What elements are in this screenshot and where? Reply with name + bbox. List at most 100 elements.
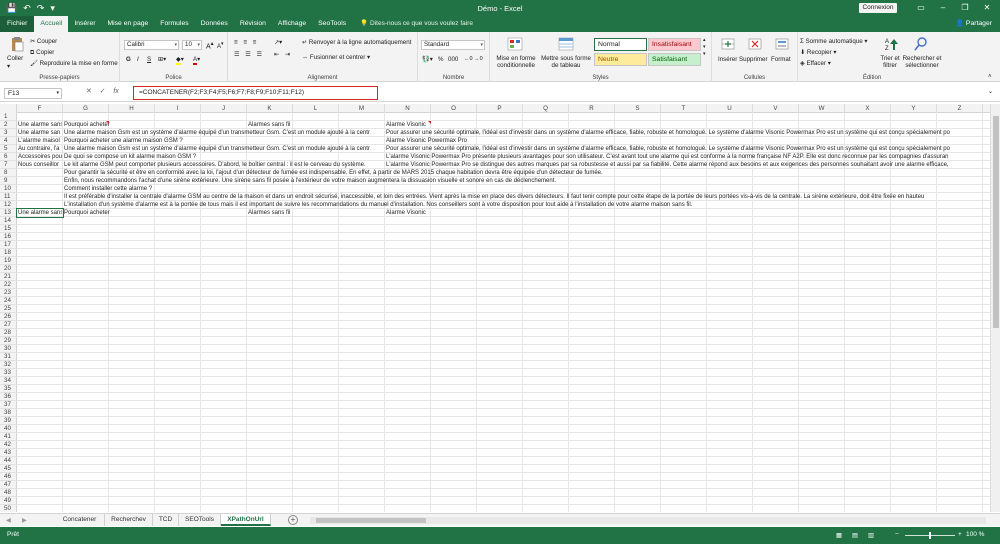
copy-button[interactable]: ⧉ Copier — [30, 48, 54, 57]
indent-icons[interactable]: ⇤ ⇥ — [274, 50, 292, 59]
row-header-34[interactable]: 34 — [0, 377, 17, 385]
bold-button[interactable]: G — [126, 55, 131, 64]
name-box[interactable]: F13 ▾ — [4, 88, 62, 99]
sheet-tab-concatener[interactable]: Concatener — [55, 514, 105, 526]
zoom-slider-thumb[interactable] — [929, 532, 931, 539]
fill-color-icon[interactable]: ◆▾ — [176, 55, 184, 65]
row-header-49[interactable]: 49 — [0, 497, 17, 505]
column-header-u[interactable]: U — [707, 104, 753, 113]
column-header-t[interactable]: T — [661, 104, 707, 113]
select-all-corner[interactable] — [0, 104, 17, 113]
fill-button[interactable]: ⬇ Recopier ▾ — [800, 48, 837, 57]
row-header-40[interactable]: 40 — [0, 425, 17, 433]
tab-formulas[interactable]: Formules — [154, 16, 194, 32]
column-header-k[interactable]: K — [247, 104, 293, 113]
font-name-combo[interactable]: Calibri ▾ — [124, 40, 179, 50]
column-header-g[interactable]: G — [63, 104, 109, 113]
row-header-25[interactable]: 25 — [0, 305, 17, 313]
orientation-icon[interactable]: ↗▾ — [274, 38, 282, 47]
find-select-button[interactable]: Rechercher et sélectionner — [902, 55, 942, 69]
style-neutral[interactable]: Neutre — [594, 53, 647, 66]
sort-filter-icon[interactable]: AZ — [884, 36, 900, 52]
row-header-5[interactable]: 5 — [0, 145, 17, 153]
row-header-47[interactable]: 47 — [0, 481, 17, 489]
merge-center-button[interactable]: ⇔ Fusionner et centrer ▾ — [302, 53, 370, 62]
cell-f7[interactable]: Nous conseillor — [18, 161, 62, 169]
conditional-formatting-button[interactable]: Mise en forme conditionnelle — [492, 55, 540, 69]
format-cells-button[interactable]: Format — [771, 55, 791, 64]
collapse-ribbon-icon[interactable]: ˄ — [988, 72, 992, 81]
customize-toolbar-icon[interactable]: ▾ — [50, 3, 55, 14]
column-header-l[interactable]: L — [293, 104, 339, 113]
row-header-26[interactable]: 26 — [0, 313, 17, 321]
row-header-38[interactable]: 38 — [0, 409, 17, 417]
row-header-22[interactable]: 22 — [0, 281, 17, 289]
row-header-8[interactable]: 8 — [0, 169, 17, 177]
row-header-3[interactable]: 3 — [0, 129, 17, 137]
close-button[interactable]: ✕ — [976, 0, 998, 16]
redo-icon[interactable]: ↷ — [37, 3, 45, 14]
column-header-v[interactable]: V — [753, 104, 799, 113]
prev-sheet-icon[interactable]: ◀ — [6, 516, 11, 525]
cell-f5[interactable]: Au contraire, l'a — [18, 145, 62, 153]
sheet-tab-xpathonurl[interactable]: XPathOnUrl — [221, 514, 271, 526]
style-normal[interactable]: Normal — [594, 38, 647, 51]
row-header-1[interactable]: 1 — [0, 113, 17, 121]
cell-f2[interactable]: Une alarme sans — [18, 121, 62, 129]
view-normal-icon[interactable]: ▦ — [836, 531, 842, 540]
find-select-icon[interactable] — [913, 36, 929, 52]
row-header-24[interactable]: 24 — [0, 297, 17, 305]
cell-g3[interactable]: Une alarme maison Gsm est un système d'a… — [64, 129, 384, 137]
tab-insert[interactable]: Insérer — [68, 16, 101, 32]
column-header-r[interactable]: R — [569, 104, 615, 113]
column-header-j[interactable]: J — [201, 104, 247, 113]
row-header-19[interactable]: 19 — [0, 257, 17, 265]
tab-file[interactable]: Fichier — [0, 16, 35, 32]
cell-g11[interactable]: Il est préférable d'installer la central… — [64, 193, 982, 201]
row-header-4[interactable]: 4 — [0, 137, 17, 145]
tab-data[interactable]: Données — [195, 16, 234, 32]
thousands-button[interactable]: 000 — [448, 55, 458, 64]
row-header-16[interactable]: 16 — [0, 233, 17, 241]
sheet-tab-recherchev[interactable]: Recherchev — [105, 514, 153, 526]
cancel-formula-icon[interactable]: ✕ — [86, 88, 92, 95]
row-header-2[interactable]: 2 — [0, 121, 17, 129]
add-sheet-button[interactable]: + — [288, 515, 298, 525]
tell-me-search[interactable]: 💡 Dites-nous ce que vous voulez faire — [352, 16, 473, 32]
cell-n6[interactable]: L'alarme Visonic Powermax Pro présente p… — [386, 153, 982, 161]
cut-button[interactable]: ✂ Couper — [30, 37, 57, 46]
cell-g9[interactable]: Enfin, nous recommandons l'achat d'une s… — [64, 177, 982, 185]
row-header-15[interactable]: 15 — [0, 225, 17, 233]
cell-n13[interactable]: Alarme Visonic — [386, 209, 982, 217]
row-header-32[interactable]: 32 — [0, 361, 17, 369]
column-header-y[interactable]: Y — [891, 104, 937, 113]
column-header-i[interactable]: I — [155, 104, 201, 113]
row-header-18[interactable]: 18 — [0, 249, 17, 257]
sheet-tab-tcd[interactable]: TCD — [153, 514, 179, 526]
view-page-break-icon[interactable]: ▥ — [868, 531, 874, 540]
column-header-h[interactable]: H — [109, 104, 155, 113]
format-cells-icon[interactable] — [774, 36, 790, 52]
cell-f3[interactable]: Une alarme san — [18, 129, 62, 137]
delete-cells-button[interactable]: Supprimer — [739, 55, 768, 64]
comment-indicator[interactable] — [428, 121, 431, 124]
cell-n4[interactable]: Alarme Visonic Powermax Pro — [386, 137, 982, 145]
paste-dropdown-icon[interactable]: ▾ — [7, 62, 10, 71]
cell-g8[interactable]: Pour garantir la sécurité et être en con… — [64, 169, 982, 177]
clear-button[interactable]: ◈ Effacer ▾ — [800, 59, 831, 68]
row-header-29[interactable]: 29 — [0, 337, 17, 345]
column-header-p[interactable]: P — [477, 104, 523, 113]
tab-seotools[interactable]: SeoTools — [312, 16, 352, 32]
row-header-30[interactable]: 30 — [0, 345, 17, 353]
column-header-w[interactable]: W — [799, 104, 845, 113]
cell-g5[interactable]: Une alarme maison Gsm est un système d'a… — [64, 145, 384, 153]
vertical-scrollbar[interactable] — [990, 104, 1000, 512]
row-header-14[interactable]: 14 — [0, 217, 17, 225]
wrap-text-button[interactable]: ↵ Renvoyer à la ligne automatiquement — [302, 38, 411, 47]
row-header-23[interactable]: 23 — [0, 289, 17, 297]
row-header-48[interactable]: 48 — [0, 489, 17, 497]
cell-n3[interactable]: Pour assurer une sécurité optimale, l'id… — [386, 129, 982, 137]
row-header-28[interactable]: 28 — [0, 329, 17, 337]
number-format-combo[interactable]: Standard ▾ — [421, 40, 485, 50]
row-header-21[interactable]: 21 — [0, 273, 17, 281]
